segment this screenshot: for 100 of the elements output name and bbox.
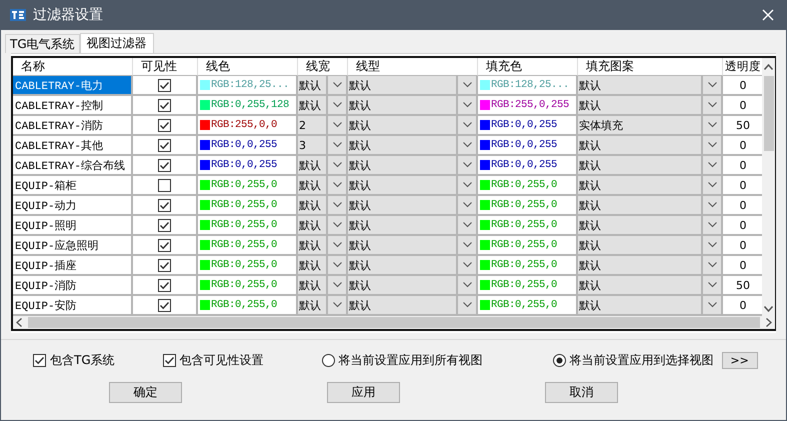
name-cell[interactable]: EQUIP-插座	[13, 256, 133, 276]
dropdown[interactable]: 默认	[348, 256, 478, 276]
dropdown[interactable]: 3	[298, 136, 348, 156]
dropdown[interactable]: 默认	[298, 256, 348, 276]
column-header[interactable]: 填充色	[478, 58, 578, 76]
checkbox[interactable]	[158, 138, 171, 152]
dropdown[interactable]: 默认	[578, 296, 723, 316]
dropdown[interactable]: 默认	[298, 276, 348, 296]
checkbox[interactable]	[158, 238, 171, 252]
color-cell[interactable]: RGB:0,255,128	[198, 96, 298, 116]
dropdown[interactable]: 默认	[298, 216, 348, 236]
color-cell[interactable]: RGB:0,255,0	[198, 276, 298, 296]
radio-label[interactable]: 将当前设置应用到选择视图	[570, 352, 714, 368]
close-icon[interactable]	[762, 9, 774, 21]
dropdown[interactable]: 默认	[578, 176, 723, 196]
dropdown[interactable]: 默认	[298, 236, 348, 256]
dropdown[interactable]: 默认	[578, 256, 723, 276]
scroll-right-icon[interactable]	[766, 318, 772, 327]
checkbox[interactable]	[158, 118, 171, 132]
name-cell[interactable]: EQUIP-照明	[13, 216, 133, 236]
dropdown[interactable]: 默认	[348, 296, 478, 316]
dropdown[interactable]: 默认	[578, 76, 723, 96]
expand-button[interactable]: >>	[722, 352, 758, 368]
color-cell[interactable]: RGB:0,255,0	[198, 176, 298, 196]
dropdown[interactable]: 默认	[578, 236, 723, 256]
dropdown[interactable]: 默认	[348, 216, 478, 236]
chevron-down-icon	[708, 122, 716, 128]
scroll-up-icon[interactable]	[764, 64, 773, 70]
color-cell[interactable]: RGB:0,255,0	[198, 196, 298, 216]
name-cell[interactable]: EQUIP-箱柜	[13, 176, 133, 196]
scroll-down-icon[interactable]	[764, 306, 773, 312]
dialog-button[interactable]: 取消	[545, 382, 618, 403]
vertical-scrollbar[interactable]	[762, 58, 775, 316]
color-cell[interactable]: RGB:0,255,0	[198, 216, 298, 236]
dropdown[interactable]: 默认	[298, 156, 348, 176]
color-cell[interactable]: RGB:0,0,255	[198, 156, 298, 176]
dropdown[interactable]: 默认	[578, 276, 723, 296]
dropdown[interactable]: 2	[298, 116, 348, 136]
dropdown[interactable]: 实体填充	[578, 116, 723, 136]
dropdown[interactable]: 默认	[348, 276, 478, 296]
dropdown[interactable]: 默认	[298, 296, 348, 316]
dropdown[interactable]: 默认	[348, 236, 478, 256]
column-header[interactable]: 名称	[13, 58, 133, 76]
dropdown[interactable]: 默认	[578, 136, 723, 156]
dropdown[interactable]: 默认	[348, 76, 478, 96]
name-cell[interactable]: CABLETRAY-电力	[13, 76, 133, 96]
checkbox[interactable]	[158, 218, 171, 232]
column-header[interactable]: 可见性	[133, 58, 198, 76]
checkbox[interactable]	[162, 354, 176, 366]
name-cell[interactable]: CABLETRAY-控制	[13, 96, 133, 116]
color-cell[interactable]: RGB:0,255,0	[198, 236, 298, 256]
dropdown[interactable]: 默认	[348, 136, 478, 156]
chevron-down-icon	[332, 122, 342, 128]
dropdown[interactable]: 默认	[348, 176, 478, 196]
name-cell[interactable]: CABLETRAY-消防	[13, 116, 133, 136]
dropdown[interactable]: 默认	[298, 76, 348, 96]
name-cell[interactable]: CABLETRAY-综合布线	[13, 156, 133, 176]
color-cell[interactable]: RGB:0,255,0	[198, 256, 298, 276]
checkbox[interactable]	[158, 198, 171, 212]
dropdown[interactable]: 默认	[578, 196, 723, 216]
dropdown[interactable]: 默认	[578, 96, 723, 116]
checkbox[interactable]	[158, 178, 171, 192]
name-cell[interactable]: EQUIP-消防	[13, 276, 133, 296]
dropdown[interactable]: 默认	[298, 176, 348, 196]
dropdown[interactable]: 默认	[348, 156, 478, 176]
dialog-button[interactable]: 确定	[109, 382, 182, 403]
checkbox[interactable]	[158, 98, 171, 112]
scrollbar-thumb[interactable]	[764, 76, 774, 151]
checkbox[interactable]	[158, 158, 171, 172]
checkbox[interactable]	[158, 298, 171, 312]
chevron-down-icon	[708, 262, 716, 268]
dropdown[interactable]: 默认	[578, 216, 723, 236]
checkbox[interactable]	[158, 258, 171, 272]
dropdown[interactable]: 默认	[298, 96, 348, 116]
column-header[interactable]: 填充图案	[578, 58, 723, 76]
checkbox-label[interactable]: 包含可见性设置	[180, 352, 264, 368]
dialog-button[interactable]: 应用	[327, 382, 400, 403]
scroll-left-icon[interactable]	[16, 318, 22, 327]
chevron-down-icon	[462, 182, 472, 188]
name-cell[interactable]: EQUIP-应急照明	[13, 236, 133, 256]
name-cell[interactable]: EQUIP-动力	[13, 196, 133, 216]
dropdown[interactable]: 默认	[348, 196, 478, 216]
checkbox[interactable]	[33, 354, 46, 366]
radio-label[interactable]: 将当前设置应用到所有视图	[338, 352, 483, 368]
column-header[interactable]: 线色	[198, 58, 298, 76]
tab[interactable]: TG电气系统	[5, 34, 80, 53]
name-cell[interactable]: CABLETRAY-其他	[13, 136, 133, 156]
column-header[interactable]: 透明度	[723, 58, 762, 76]
column-header[interactable]: 线型	[348, 58, 478, 76]
column-header[interactable]: 线宽	[298, 58, 348, 76]
dropdown[interactable]: 默认	[348, 116, 478, 136]
dropdown[interactable]: 默认	[298, 196, 348, 216]
dropdown[interactable]: 默认	[348, 96, 478, 116]
tab[interactable]: 视图过滤器	[80, 33, 154, 53]
radio-button[interactable]	[322, 354, 335, 366]
checkbox-label[interactable]: 包含TG系统	[50, 352, 115, 368]
dropdown[interactable]: 默认	[578, 156, 723, 176]
checkbox[interactable]	[158, 278, 171, 292]
checkbox[interactable]	[158, 78, 171, 92]
radio-button[interactable]	[552, 354, 566, 366]
